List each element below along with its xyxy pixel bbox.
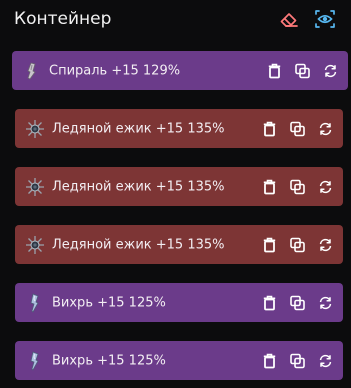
delete-icon[interactable] xyxy=(267,63,282,78)
copy-icon[interactable] xyxy=(295,63,310,78)
panel-header: Контейнер xyxy=(14,8,341,32)
list-item-6[interactable]: Вихрь +15 125% xyxy=(15,341,343,380)
refresh-icon[interactable] xyxy=(318,121,333,136)
list-item-2[interactable]: Ледяной ежик +15 135% xyxy=(15,109,343,148)
container-panel: Контейнер Спираль +15 129% Ледяной ежик … xyxy=(0,0,351,388)
item-label: Вихрь +15 125% xyxy=(52,353,166,368)
eraser-icon[interactable] xyxy=(277,8,301,30)
item-actions xyxy=(267,63,338,78)
delete-icon[interactable] xyxy=(262,353,277,368)
panel-title: Контейнер xyxy=(14,9,112,29)
hedgehog-icon xyxy=(25,235,45,255)
list-item-3[interactable]: Ледяной ежик +15 135% xyxy=(15,167,343,206)
whirl-icon xyxy=(25,350,45,371)
spiral-icon xyxy=(22,61,42,81)
whirl-icon xyxy=(25,292,45,313)
copy-icon[interactable] xyxy=(290,295,305,310)
copy-icon[interactable] xyxy=(290,353,305,368)
copy-icon[interactable] xyxy=(290,179,305,194)
refresh-icon[interactable] xyxy=(318,237,333,252)
item-label: Вихрь +15 125% xyxy=(52,295,166,310)
item-actions xyxy=(262,179,333,194)
delete-icon[interactable] xyxy=(262,179,277,194)
delete-icon[interactable] xyxy=(262,237,277,252)
refresh-icon[interactable] xyxy=(323,63,338,78)
copy-icon[interactable] xyxy=(290,121,305,136)
item-label: Ледяной ежик +15 135% xyxy=(52,237,225,252)
hedgehog-icon xyxy=(25,119,45,139)
list-item-1[interactable]: Спираль +15 129% xyxy=(12,51,348,90)
refresh-icon[interactable] xyxy=(318,179,333,194)
item-label: Ледяной ежик +15 135% xyxy=(52,179,225,194)
item-actions xyxy=(262,237,333,252)
refresh-icon[interactable] xyxy=(318,295,333,310)
list-item-4[interactable]: Ледяной ежик +15 135% xyxy=(15,225,343,264)
hedgehog-icon xyxy=(25,177,45,197)
item-actions xyxy=(262,353,333,368)
item-actions xyxy=(262,121,333,136)
item-actions xyxy=(262,295,333,310)
item-label: Спираль +15 129% xyxy=(49,63,181,78)
copy-icon[interactable] xyxy=(290,237,305,252)
eye-icon[interactable] xyxy=(313,8,337,30)
item-label: Ледяной ежик +15 135% xyxy=(52,121,225,136)
delete-icon[interactable] xyxy=(262,121,277,136)
delete-icon[interactable] xyxy=(262,295,277,310)
list-item-5[interactable]: Вихрь +15 125% xyxy=(15,283,343,322)
refresh-icon[interactable] xyxy=(318,353,333,368)
